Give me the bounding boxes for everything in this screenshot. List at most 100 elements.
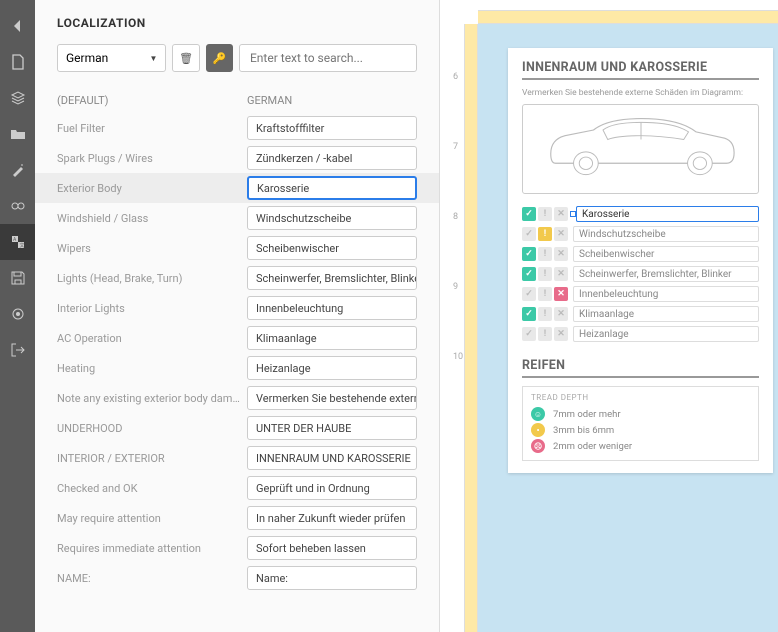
- nav-group[interactable]: [0, 80, 35, 116]
- key-toggle-button[interactable]: 🔑: [206, 44, 233, 72]
- checklist-row[interactable]: ✓!✕ Karosserie: [522, 204, 759, 224]
- check-bad-icon[interactable]: ✕: [554, 227, 568, 241]
- tread-row: ☹2mm oder weniger: [531, 438, 750, 454]
- checklist-row[interactable]: ✓!✕Scheibenwischer: [522, 244, 759, 264]
- svg-text:文: 文: [19, 242, 24, 249]
- car-icon: [536, 111, 746, 187]
- translation-row[interactable]: Interior Lights Innenbeleuchtung: [35, 293, 439, 323]
- translation-row[interactable]: Note any existing exterior body dam...Ve…: [35, 383, 439, 413]
- section-tires-title: REIFEN: [522, 358, 759, 373]
- translation-row[interactable]: NAME:Name:: [35, 563, 439, 593]
- check-warn-icon[interactable]: !: [538, 307, 552, 321]
- ruler-tick: 10: [453, 352, 463, 362]
- translation-input[interactable]: Heizanlage: [247, 356, 417, 380]
- translation-input[interactable]: UNTER DER HAUBE: [247, 416, 417, 440]
- nav-preview[interactable]: [0, 296, 35, 332]
- tread-title: TREAD DEPTH: [531, 393, 750, 402]
- translation-input[interactable]: Windschutzscheibe: [247, 206, 417, 230]
- translation-input[interactable]: Zündkerzen / -kabel: [247, 146, 417, 170]
- default-text: UNDERHOOD: [57, 422, 241, 435]
- check-bad-icon[interactable]: ✕: [554, 287, 568, 301]
- check-bad-icon[interactable]: ✕: [554, 207, 568, 221]
- trash-icon: 🗑: [179, 52, 193, 65]
- checklist-row[interactable]: ✓!✕Scheinwerfer, Bremslichter, Blinker: [522, 264, 759, 284]
- check-label: Innenbeleuchtung: [573, 286, 759, 302]
- check-ok-icon[interactable]: ✓: [522, 207, 536, 221]
- translation-row[interactable]: WipersScheibenwischer: [35, 233, 439, 263]
- default-text: Interior Lights: [57, 302, 241, 315]
- check-warn-icon[interactable]: !: [538, 327, 552, 341]
- translation-input[interactable]: Karosserie: [247, 176, 417, 200]
- tread-label: 2mm oder weniger: [553, 441, 632, 452]
- nav-new[interactable]: [0, 44, 35, 80]
- ruler-horizontal: [478, 10, 778, 24]
- nav-wand[interactable]: [0, 152, 35, 188]
- translation-input[interactable]: In naher Zukunft wieder prüfen: [247, 506, 417, 530]
- delete-language-button[interactable]: 🗑: [172, 44, 199, 72]
- back-button[interactable]: [0, 8, 35, 44]
- translation-row[interactable]: Windshield / GlassWindschutzscheibe: [35, 203, 439, 233]
- translation-input[interactable]: Scheibenwischer: [247, 236, 417, 260]
- tread-label: 3mm bis 6mm: [553, 425, 614, 436]
- car-diagram[interactable]: [522, 104, 759, 194]
- translation-input[interactable]: Name:: [247, 566, 417, 590]
- check-warn-icon[interactable]: !: [538, 287, 552, 301]
- translation-row[interactable]: UNDERHOOD UNTER DER HAUBE: [35, 413, 439, 443]
- checklist-row[interactable]: ✓!✕ Innenbeleuchtung: [522, 284, 759, 304]
- translation-input[interactable]: Klimaanlage: [247, 326, 417, 350]
- translation-row[interactable]: May require attention In naher Zukunft wi…: [35, 503, 439, 533]
- check-bad-icon[interactable]: ✕: [554, 247, 568, 261]
- translation-row[interactable]: Lights (Head, Brake, Turn) Scheinwerfer, …: [35, 263, 439, 293]
- check-ok-icon[interactable]: ✓: [522, 267, 536, 281]
- translation-input[interactable]: Geprüft und in Ordnung: [247, 476, 417, 500]
- col-default: (DEFAULT): [57, 94, 247, 107]
- checklist-row[interactable]: ✓!✕Heizanlage: [522, 324, 759, 344]
- status-dot-icon: •: [531, 423, 545, 437]
- check-bad-icon[interactable]: ✕: [554, 267, 568, 281]
- default-text: Lights (Head, Brake, Turn): [57, 272, 241, 285]
- translation-input[interactable]: Innenbeleuchtung: [247, 296, 417, 320]
- check-warn-icon[interactable]: !: [538, 247, 552, 261]
- translation-input[interactable]: Vermerken Sie bestehende externe S...: [247, 386, 417, 410]
- check-ok-icon[interactable]: ✓: [522, 227, 536, 241]
- translation-row[interactable]: Spark Plugs / WiresZündkerzen / -kabel: [35, 143, 439, 173]
- check-ok-icon[interactable]: ✓: [522, 307, 536, 321]
- check-warn-icon[interactable]: !: [538, 207, 552, 221]
- nav-layers[interactable]: [0, 188, 35, 224]
- check-ok-icon[interactable]: ✓: [522, 287, 536, 301]
- translation-row[interactable]: INTERIOR / EXTERIORINNENRAUM UND KAROSSE…: [35, 443, 439, 473]
- check-warn-icon[interactable]: !: [538, 267, 552, 281]
- nav-translate[interactable]: A文: [0, 224, 35, 260]
- translation-input[interactable]: Kraftstofffilter: [247, 116, 417, 140]
- check-bad-icon[interactable]: ✕: [554, 307, 568, 321]
- tread-label: 7mm oder mehr: [553, 409, 621, 420]
- check-label: Karosserie: [576, 206, 759, 222]
- translation-row[interactable]: Fuel FilterKraftstofffilter: [35, 113, 439, 143]
- translation-input[interactable]: Scheinwerfer, Bremslichter, Blinker: [247, 266, 417, 290]
- default-text: May require attention: [57, 512, 241, 525]
- translation-row[interactable]: AC OperationKlimaanlage: [35, 323, 439, 353]
- translation-input[interactable]: Sofort beheben lassen: [247, 536, 417, 560]
- document-new-icon: [10, 54, 26, 70]
- chevron-down-icon: ▼: [150, 54, 158, 63]
- checklist-row[interactable]: ✓!✕Klimaanlage: [522, 304, 759, 324]
- nav-exit[interactable]: [0, 332, 35, 368]
- selection-handle[interactable]: [570, 211, 576, 217]
- translation-row[interactable]: Requires immediate attentionSofort beheb…: [35, 533, 439, 563]
- translation-row[interactable]: Checked and OKGeprüft und in Ordnung: [35, 473, 439, 503]
- search-input[interactable]: [239, 44, 417, 72]
- check-ok-icon[interactable]: ✓: [522, 247, 536, 261]
- translation-row[interactable]: HeatingHeizanlage: [35, 353, 439, 383]
- translation-row[interactable]: Exterior BodyKarosserie: [35, 173, 439, 203]
- language-select[interactable]: German ▼: [57, 44, 166, 72]
- check-bad-icon[interactable]: ✕: [554, 327, 568, 341]
- preview-canvas: INNENRAUM UND KAROSSERIE Vermerken Sie b…: [478, 24, 778, 632]
- nav-save[interactable]: [0, 260, 35, 296]
- translation-input[interactable]: INNENRAUM UND KAROSSERIE: [247, 446, 417, 470]
- check-ok-icon[interactable]: ✓: [522, 327, 536, 341]
- status-dot-icon: ☺: [531, 407, 545, 421]
- preview-icon: [10, 306, 26, 322]
- checklist-row[interactable]: ✓!✕Windschutzscheibe: [522, 224, 759, 244]
- nav-folder[interactable]: [0, 116, 35, 152]
- check-warn-icon[interactable]: !: [538, 227, 552, 241]
